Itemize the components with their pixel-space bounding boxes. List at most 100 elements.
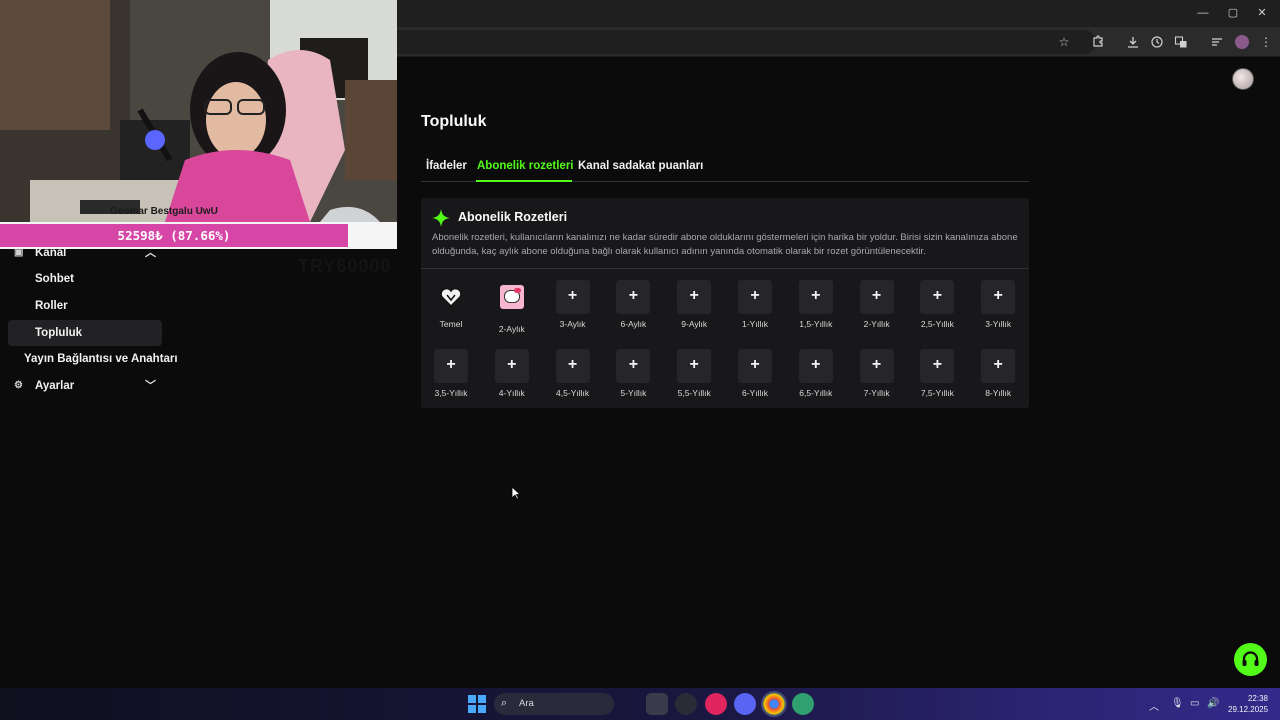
badge-slot[interactable]: +1-Yıllık xyxy=(730,280,780,329)
badge-slot[interactable]: +7,5-Yıllık xyxy=(912,349,962,398)
chrome-app-icon[interactable] xyxy=(761,691,787,717)
sidebar-item-topluluk[interactable]: Topluluk xyxy=(8,320,162,346)
card-description: Abonelik rozetleri, kullanıcıların kanal… xyxy=(432,232,1018,257)
music-app-icon[interactable] xyxy=(705,693,727,715)
hello-kitty-badge-icon[interactable] xyxy=(495,285,529,319)
badge-slot[interactable]: +3-Yıllık xyxy=(973,280,1023,329)
badge-slot[interactable]: +7-Yıllık xyxy=(852,349,902,398)
sidebar-item-stream-key[interactable]: Yayın Bağlantısı ve Anahtarı xyxy=(8,346,188,372)
badge-slot[interactable]: +4-Yıllık xyxy=(487,349,537,398)
tray-overflow-icon[interactable]: ︿ xyxy=(1149,698,1159,713)
donation-goal-target: TRY60000 xyxy=(298,256,392,276)
add-badge-button[interactable]: + xyxy=(920,349,955,383)
page-title: Topluluk xyxy=(421,113,487,130)
badge-slot[interactable]: +3-Aylık xyxy=(548,280,598,329)
add-badge-button[interactable]: + xyxy=(494,349,529,383)
badge-slot[interactable]: +2-Yıllık xyxy=(852,280,902,329)
badge-label: 6,5-Yıllık xyxy=(799,388,833,398)
badge-slot[interactable]: +5-Yıllık xyxy=(608,349,658,398)
add-badge-button[interactable]: + xyxy=(616,349,651,383)
gear-icon: ⚙ xyxy=(14,380,23,391)
globe-app-icon[interactable] xyxy=(792,693,814,715)
heart-badge-icon[interactable] xyxy=(434,280,468,314)
support-chat-button[interactable] xyxy=(1234,643,1267,676)
card-title: Abonelik Rozetleri xyxy=(458,210,568,224)
download-icon[interactable] xyxy=(1124,33,1142,51)
search-icon: ⌕ xyxy=(501,697,508,709)
badge-label: 1,5-Yıllık xyxy=(799,319,833,329)
badge-slot[interactable]: +1,5-Yıllık xyxy=(791,280,841,329)
task-view-icon[interactable] xyxy=(646,693,668,715)
mouse-cursor-icon xyxy=(511,486,522,505)
badge-slot[interactable]: +6-Yıllık xyxy=(730,349,780,398)
sidebar-item-roller[interactable]: Roller xyxy=(8,293,162,319)
add-badge-button[interactable]: + xyxy=(555,280,590,314)
address-bar[interactable] xyxy=(396,30,1096,54)
badge-slot[interactable]: +3,5-Yıllık xyxy=(426,349,476,398)
taskbar-clock[interactable]: 22:38 29.12.2025 xyxy=(1228,693,1268,715)
badge-label: 6-Yıllık xyxy=(742,388,768,398)
translate-icon[interactable] xyxy=(1172,33,1190,51)
add-badge-button[interactable]: + xyxy=(798,280,833,314)
badge-label: 3,5-Yıllık xyxy=(434,388,468,398)
sidebar-item-ayarlar[interactable]: ⚙ Ayarlar ﹀ xyxy=(8,373,162,399)
badge-slot[interactable]: +6-Aylık xyxy=(608,280,658,329)
microphone-icon[interactable]: 🎙 xyxy=(1171,698,1184,709)
close-window-button[interactable]: ✕ xyxy=(1252,6,1272,20)
add-badge-button[interactable]: + xyxy=(859,349,894,383)
add-badge-button[interactable]: + xyxy=(738,349,772,383)
add-badge-button[interactable]: + xyxy=(920,280,955,314)
user-avatar[interactable] xyxy=(1232,68,1254,90)
badge-label: 6-Aylık xyxy=(620,319,647,329)
add-badge-button[interactable]: + xyxy=(434,349,468,383)
minimize-button[interactable]: — xyxy=(1193,6,1213,20)
badge-label: 7,5-Yıllık xyxy=(920,388,954,398)
badge-slot[interactable]: +9-Aylık xyxy=(669,280,719,329)
add-badge-button[interactable]: + xyxy=(677,349,712,383)
badge-slot[interactable]: +2,5-Yıllık xyxy=(912,280,962,329)
network-icon[interactable]: ▭ xyxy=(1190,698,1199,709)
badge-slot[interactable]: +5,5-Yıllık xyxy=(669,349,719,398)
restore-button[interactable]: ▢ xyxy=(1223,6,1243,20)
history-icon[interactable] xyxy=(1148,33,1166,51)
bookmark-star-icon[interactable]: ☆ xyxy=(1055,33,1073,51)
windows-start-icon[interactable] xyxy=(468,695,486,713)
add-badge-button[interactable]: + xyxy=(677,280,712,314)
profile-avatar-icon[interactable] xyxy=(1233,33,1251,51)
badge-slot[interactable]: 2-Aylık xyxy=(487,280,537,334)
tab-abonelik-rozetleri[interactable]: Abonelik rozetleri xyxy=(477,160,574,172)
reading-list-icon[interactable] xyxy=(1208,33,1226,51)
add-badge-button[interactable]: + xyxy=(798,349,833,383)
badge-slot[interactable]: +4,5-Yıllık xyxy=(548,349,598,398)
badge-slot[interactable]: +8-Yıllık xyxy=(973,349,1023,398)
clock-date: 29.12.2025 xyxy=(1228,705,1269,714)
badge-label: 2,5-Yıllık xyxy=(920,319,954,329)
donation-goal-bar: 52598₺ (87.66%) xyxy=(0,224,348,247)
more-menu-icon[interactable]: ⋮ xyxy=(1257,33,1275,51)
add-badge-button[interactable]: + xyxy=(616,280,651,314)
add-badge-button[interactable]: + xyxy=(859,280,894,314)
add-badge-button[interactable]: + xyxy=(981,349,1016,383)
add-badge-button[interactable]: + xyxy=(981,280,1016,314)
tab-kanal-sadakat-puanlari[interactable]: Kanal sadakat puanları xyxy=(578,160,703,172)
volume-icon[interactable]: 🔊 xyxy=(1207,698,1219,709)
badge-label: 2-Yıllık xyxy=(863,319,890,329)
add-badge-button[interactable]: + xyxy=(555,349,590,383)
sparkle-icon xyxy=(431,208,451,228)
sidebar-item-sohbet[interactable]: Sohbet xyxy=(8,266,162,292)
badge-label: 3-Yıllık xyxy=(985,319,1012,329)
badge-label: 7-Yıllık xyxy=(863,388,890,398)
badge-slot[interactable]: +6,5-Yıllık xyxy=(791,349,841,398)
badge-label: 5-Yıllık xyxy=(620,388,647,398)
discord-app-icon[interactable] xyxy=(734,693,756,715)
add-badge-button[interactable]: + xyxy=(738,280,772,314)
clock-time: 22:38 xyxy=(1247,694,1268,703)
badge-label: 3-Aylık xyxy=(559,319,586,329)
overlay-caption: Geomar Bestgalu UwU xyxy=(110,206,218,217)
badge-slot[interactable]: Temel xyxy=(426,280,476,329)
badge-label: 5,5-Yıllık xyxy=(677,388,711,398)
tab-ifadeler[interactable]: İfadeler xyxy=(426,160,467,172)
extensions-icon[interactable] xyxy=(1089,33,1107,51)
obs-app-icon[interactable] xyxy=(675,693,697,715)
taskbar-search-input[interactable] xyxy=(494,693,614,715)
